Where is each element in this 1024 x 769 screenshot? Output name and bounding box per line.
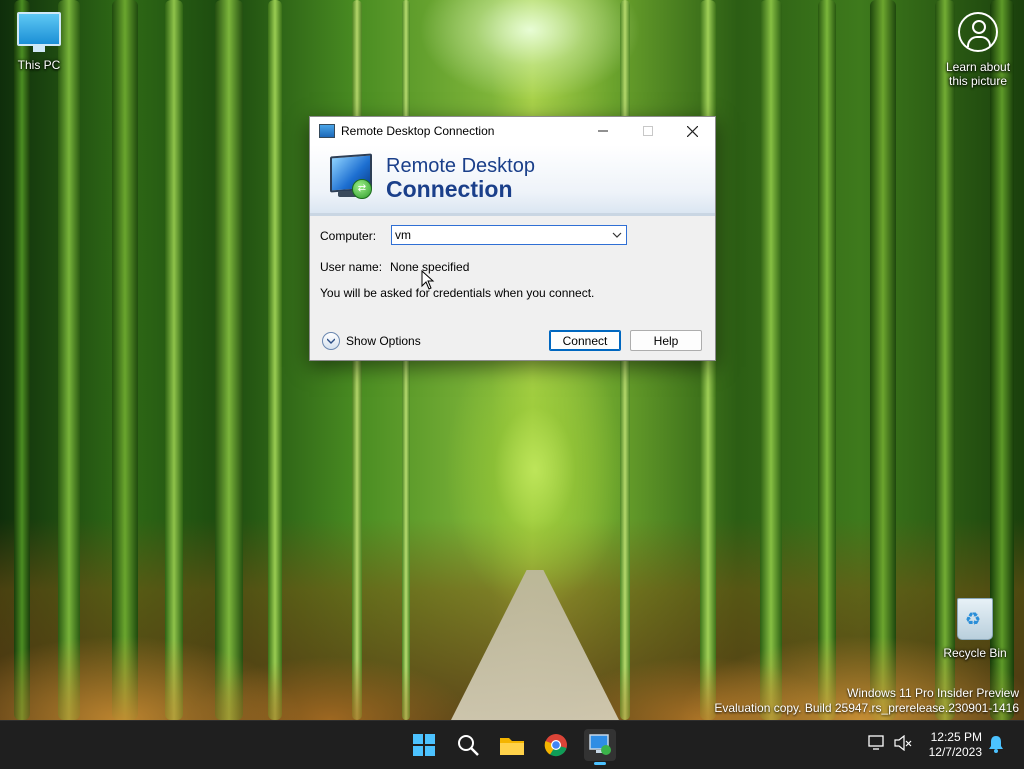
system-clock[interactable]: 12:25 PM 12/7/2023 <box>929 730 982 760</box>
computer-input[interactable] <box>392 226 605 244</box>
learn-about-picture-shortcut[interactable]: Learn about this picture <box>938 12 1018 88</box>
close-button[interactable] <box>670 117 715 145</box>
show-options-label: Show Options <box>346 334 421 348</box>
start-button[interactable] <box>408 729 440 761</box>
close-icon <box>687 125 698 137</box>
chevron-down-icon[interactable] <box>612 228 622 245</box>
recycle-bin-shortcut[interactable]: ♻ Recycle Bin <box>939 598 1011 660</box>
chrome-button[interactable] <box>540 729 572 761</box>
watermark-line2: Evaluation copy. Build 25947.rs_prerelea… <box>714 701 1019 715</box>
start-icon <box>413 734 435 756</box>
connect-button[interactable]: Connect <box>549 330 621 351</box>
remote-desktop-icon <box>589 734 611 755</box>
search-icon <box>458 735 479 756</box>
recycle-bin-label: Recycle Bin <box>943 646 1007 660</box>
monitor-icon <box>17 12 61 52</box>
clock-date: 12/7/2023 <box>928 745 982 759</box>
remote-desktop-dialog: Remote Desktop Connection ⇄ Remote Deskt… <box>309 116 716 361</box>
this-pc-shortcut[interactable]: This PC <box>3 12 75 72</box>
file-explorer-button[interactable] <box>496 729 528 761</box>
learn-about-line1: Learn about <box>945 60 1011 74</box>
watermark-line1: Windows 11 Pro Insider Preview <box>847 686 1019 700</box>
recycle-bin-icon: ♻ <box>957 598 993 640</box>
remote-desktop-app-icon <box>319 124 335 138</box>
chrome-icon <box>544 734 567 757</box>
banner-title-line1: Remote Desktop <box>386 155 535 177</box>
file-explorer-icon <box>500 738 524 755</box>
taskbar: 12:25 PM 12/7/2023 <box>0 720 1024 769</box>
computer-label: Computer: <box>320 229 377 243</box>
help-button[interactable]: Help <box>630 330 702 351</box>
computer-combobox[interactable] <box>391 225 627 245</box>
this-pc-label: This PC <box>17 58 61 72</box>
connection-arrows-icon: ⇄ <box>352 179 372 199</box>
maximize-icon <box>642 126 653 136</box>
volume-muted-icon[interactable] <box>894 734 912 754</box>
learn-about-line2: this picture <box>948 74 1008 88</box>
credentials-info-text: You will be asked for credentials when y… <box>320 286 595 300</box>
expand-chevron-icon <box>322 332 340 350</box>
dialog-titlebar[interactable]: Remote Desktop Connection <box>310 117 715 145</box>
clock-time: 12:25 PM <box>930 730 982 744</box>
show-options-toggle[interactable]: Show Options <box>322 332 421 350</box>
notification-bell-icon[interactable] <box>988 735 1004 756</box>
dialog-title: Remote Desktop Connection <box>341 124 495 138</box>
evaluation-watermark: Windows 11 Pro Insider Preview Evaluatio… <box>714 686 1019 716</box>
dialog-banner: ⇄ Remote Desktop Connection <box>310 145 715 216</box>
maximize-button <box>625 117 670 145</box>
minimize-button[interactable] <box>580 117 625 145</box>
remote-desktop-taskbar-button[interactable] <box>584 729 616 765</box>
minimize-icon <box>597 130 608 132</box>
spotlight-icon <box>958 12 998 52</box>
banner-title-line2: Connection <box>386 176 513 202</box>
search-button[interactable] <box>452 729 484 761</box>
username-label: User name: <box>320 260 383 274</box>
network-icon[interactable] <box>868 735 886 754</box>
